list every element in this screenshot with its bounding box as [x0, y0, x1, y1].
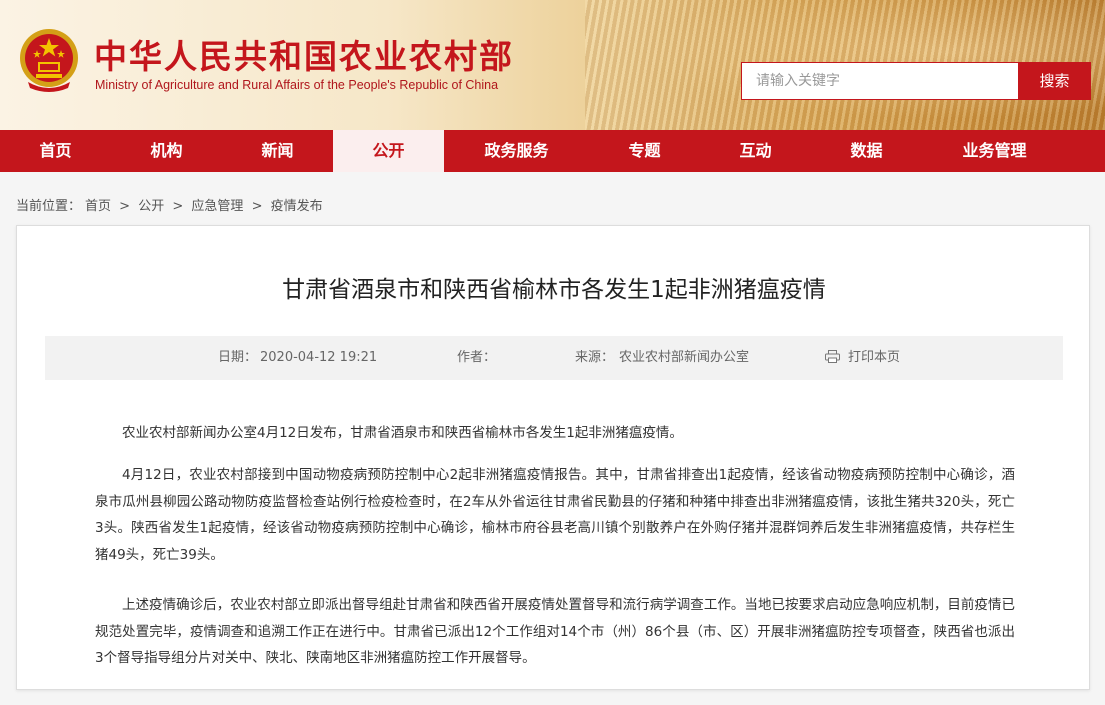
article-paragraph: 4月12日，农业农村部接到中国动物疫病预防控制中心2起非洲猪瘟疫情报告。其中，甘…: [95, 467, 1015, 563]
source-label: 来源：: [575, 350, 615, 365]
breadcrumb-separator: >: [119, 199, 131, 214]
nav-item-business[interactable]: 业务管理: [922, 130, 1067, 172]
article-title: 甘肃省酒泉市和陕西省榆林市各发生1起非洲猪瘟疫情: [282, 277, 826, 303]
nav-item-gov-services[interactable]: 政务服务: [444, 130, 589, 172]
nav-item-interaction[interactable]: 互动: [700, 130, 811, 172]
search-button[interactable]: 搜索: [1018, 62, 1091, 100]
site-title[interactable]: 中华人民共和国农业农村部: [94, 30, 514, 78]
breadcrumb-item-home[interactable]: 首页: [85, 199, 111, 214]
publish-date: 2020-04-12 19:21: [260, 350, 378, 365]
breadcrumb-separator: >: [251, 199, 263, 214]
breadcrumb-item-disclosure[interactable]: 公开: [138, 199, 164, 214]
nav-item-disclosure[interactable]: 公开: [333, 130, 444, 172]
search-input[interactable]: 请输入关键字: [741, 62, 1019, 100]
site-subtitle: Ministry of Agriculture and Rural Affair…: [95, 78, 499, 92]
nav-item-institutions[interactable]: 机构: [111, 130, 222, 172]
print-label: 打印本页: [848, 350, 901, 365]
printer-icon: [825, 350, 840, 363]
breadcrumb-item-epidemic[interactable]: 疫情发布: [271, 199, 323, 214]
site-header: 中华人民共和国农业农村部 Ministry of Agriculture and…: [0, 0, 1105, 130]
breadcrumb-separator: >: [172, 199, 184, 214]
date-label: 日期：: [218, 350, 258, 365]
article-paragraph: 农业农村部新闻办公室4月12日发布，甘肃省酒泉市和陕西省榆林市各发生1起非洲猪瘟…: [122, 425, 683, 441]
nav-item-data[interactable]: 数据: [811, 130, 922, 172]
article-paragraph: 上述疫情确诊后，农业农村部立即派出督导组赴甘肃省和陕西省开展疫情处置督导和流行病…: [95, 597, 1015, 666]
nav-item-topics[interactable]: 专题: [589, 130, 700, 172]
nav-item-news[interactable]: 新闻: [222, 130, 333, 172]
breadcrumb-item-emergency[interactable]: 应急管理: [191, 199, 243, 214]
main-nav: 首页 机构 新闻 公开 政务服务 专题 互动 数据 业务管理: [0, 130, 1105, 172]
print-button[interactable]: 打印本页: [825, 336, 900, 380]
national-emblem-icon: [20, 29, 78, 92]
article-card: 甘肃省酒泉市和陕西省榆林市各发生1起非洲猪瘟疫情 日期： 2020-04-12 …: [16, 225, 1090, 690]
article-meta-bar: 日期： 2020-04-12 19:21 作者： 来源： 农业农村部新闻办公室 …: [45, 336, 1063, 380]
author-label: 作者：: [457, 350, 497, 365]
nav-item-home[interactable]: 首页: [0, 130, 111, 172]
breadcrumb: 当前位置： 首页 > 公开 > 应急管理 > 疫情发布: [16, 195, 327, 214]
breadcrumb-prefix: 当前位置：: [16, 199, 82, 214]
source-value: 农业农村部新闻办公室: [619, 350, 750, 365]
